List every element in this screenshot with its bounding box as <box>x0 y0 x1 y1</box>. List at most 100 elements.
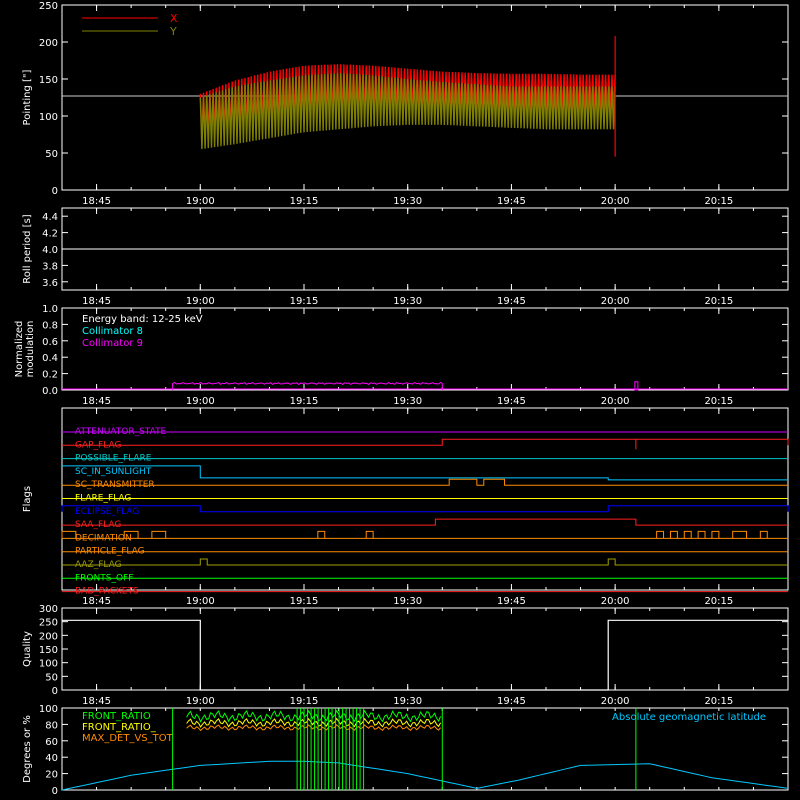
y-tick-label: 200 <box>39 38 58 49</box>
x-tick-label: 19:45 <box>497 296 526 307</box>
particle-pulse <box>697 530 706 539</box>
x-tick-label: 20:00 <box>601 696 630 707</box>
panel-quality: 18:45 19:00 19:15 19:30 19:45 20:00 20:15 0 50 10… <box>22 604 789 707</box>
x-tick-label: 19:45 <box>497 196 526 207</box>
flag-line-gap-flag <box>62 438 789 446</box>
x-tick-label: 18:45 <box>82 396 111 407</box>
x-tick-label: 20:15 <box>704 696 733 707</box>
y-tick-label: 150 <box>39 645 58 656</box>
legend-label-max-det-vs-tot: MAX_DET_VS_TOT <box>82 733 174 744</box>
x-tick-label: 18:45 <box>82 596 111 607</box>
legend-label-collimator-8: Collimator 8 <box>82 326 143 337</box>
x-tick-label: 19:15 <box>290 396 319 407</box>
y-tick-label: 20 <box>45 770 58 781</box>
particle-pulse <box>365 530 374 539</box>
particle-pulse <box>759 530 768 539</box>
legend-label-y: Y <box>169 25 177 38</box>
front-ratio-2-line <box>186 717 442 728</box>
chart-canvas: 18:45 19:00 19:15 19:30 19:45 20:00 20:15 0 50 10… <box>14 1 789 797</box>
x-tick-label: 19:30 <box>393 596 422 607</box>
flag-line-saa-flag <box>62 518 788 526</box>
x-tick-label: 20:15 <box>704 396 733 407</box>
panel-roll: 18:45 19:00 19:15 19:30 19:45 20:00 20:15 3.6 3.… <box>22 207 789 307</box>
x-tick-label: 19:00 <box>186 596 215 607</box>
particle-pulse <box>711 530 720 539</box>
flag-label-flare-flag: FLARE_FLAG <box>75 494 131 504</box>
x-tick-label: 20:15 <box>704 596 733 607</box>
particle-pulse <box>317 530 326 539</box>
y-tick-label: 0.0 <box>42 386 58 397</box>
y-axis-label: modulation <box>25 321 36 378</box>
y-axis-label: Degrees or % <box>22 715 33 783</box>
x-tick-label: 19:30 <box>393 296 422 307</box>
particle-pulse <box>61 530 77 539</box>
y-axis-label: Normalized <box>14 321 25 378</box>
y-tick-label: 50 <box>45 149 58 160</box>
y-tick-label: 1.0 <box>42 304 58 315</box>
x-tick-label: 19:15 <box>290 296 319 307</box>
y-axis-label: Pointing ["] <box>22 69 33 125</box>
y-tick-label: 4.0 <box>42 245 58 256</box>
y-tick-label: 3.8 <box>42 261 58 272</box>
flag-label-gap-flag: GAP_FLAG <box>75 440 121 450</box>
x-tick-label: 19:30 <box>393 696 422 707</box>
y-tick-label: 3.6 <box>42 278 58 289</box>
chart-root: 18:45 19:00 19:15 19:30 19:45 20:00 20:15 0 50 10… <box>0 0 800 800</box>
flag-line-eclipse-flag <box>61 505 789 513</box>
flag-label-particle-flag: PARTICLE_FLAG <box>75 547 145 557</box>
particle-pulse <box>656 530 665 539</box>
x-tick-label: 18:45 <box>82 296 111 307</box>
y-tick-label: 0.6 <box>42 337 58 348</box>
particle-pulse <box>683 530 692 539</box>
x-tick-label: 19:45 <box>497 696 526 707</box>
x-tick-label: 20:00 <box>601 596 630 607</box>
flag-label-sc-transmitter: SC_TRANSMITTER <box>75 480 155 490</box>
panel-modulation: 18:45 19:00 19:15 19:30 19:45 20:00 20:15 0.0 0.… <box>14 304 789 407</box>
y-tick-label: 300 <box>39 604 58 615</box>
y-axis-label: Roll period [s] <box>22 214 33 283</box>
y-tick-label: 100 <box>39 659 58 670</box>
legend-label-front-ratio-: FRONT_RATIO_ <box>82 722 157 733</box>
y-tick-label: 80 <box>45 720 58 731</box>
flag-label-saa-flag: SAA_FLAG <box>75 520 121 530</box>
max-det-vs-tot-line <box>186 724 441 732</box>
flag-label-decimation: DECIMATION <box>75 533 132 543</box>
flag-label-possible-flare: POSSIBLE_FLARE <box>75 454 152 464</box>
panel-flags: 18:45 19:00 19:15 19:30 19:45 20:00 20:15 Flags… <box>22 407 789 607</box>
x-tick-label: 18:45 <box>82 196 111 207</box>
y-tick-label: 100 <box>39 704 58 715</box>
particle-pulse <box>151 530 167 539</box>
y-axis-label: Flags <box>22 486 33 512</box>
flag-label-aaz-flag: AAZ_FLAG <box>75 560 122 570</box>
legend-label-x: X <box>170 12 178 25</box>
flag-label-fronts-off: FRONTS_OFF <box>75 573 133 583</box>
x-tick-label: 19:45 <box>497 396 526 407</box>
x-tick-label: 20:00 <box>601 196 630 207</box>
y-tick-label: 250 <box>39 1 58 12</box>
y-tick-label: 4.2 <box>42 229 58 240</box>
y-tick-label: 0.2 <box>42 370 58 381</box>
y-tick-label: 0 <box>52 186 58 197</box>
particle-pulse <box>732 530 748 539</box>
flag-label-sc-in-sunlight: SC_IN_SUNLIGHT <box>75 467 152 477</box>
y-axis-label: Quality <box>22 631 33 667</box>
y-tick-label: 0 <box>52 686 58 697</box>
x-tick-label: 20:00 <box>601 296 630 307</box>
legend-label-front-ratio: FRONT_RATIO <box>82 711 151 722</box>
y-tick-label: 4.4 <box>42 212 58 223</box>
y-tick-label: 0 <box>52 786 58 797</box>
x-tick-label: 18:45 <box>82 696 111 707</box>
flag-label-bad-packets: BAD_PACKETS <box>75 587 139 597</box>
y-tick-label: 150 <box>39 75 58 86</box>
y-tick-label: 100 <box>39 112 58 123</box>
y-tick-label: 40 <box>45 753 58 764</box>
y-tick-label: 50 <box>45 672 58 683</box>
flag-line-aaz-flag <box>62 558 788 566</box>
x-tick-label: 20:00 <box>601 396 630 407</box>
x-tick-label: 19:00 <box>186 396 215 407</box>
y-tick-label: 200 <box>39 631 58 642</box>
y-tick-label: 60 <box>45 737 58 748</box>
flag-label-attenuator-state: ATTENUATOR_STATE <box>75 427 167 437</box>
x-tick-label: 19:45 <box>497 596 526 607</box>
x-tick-label: 19:15 <box>290 596 319 607</box>
